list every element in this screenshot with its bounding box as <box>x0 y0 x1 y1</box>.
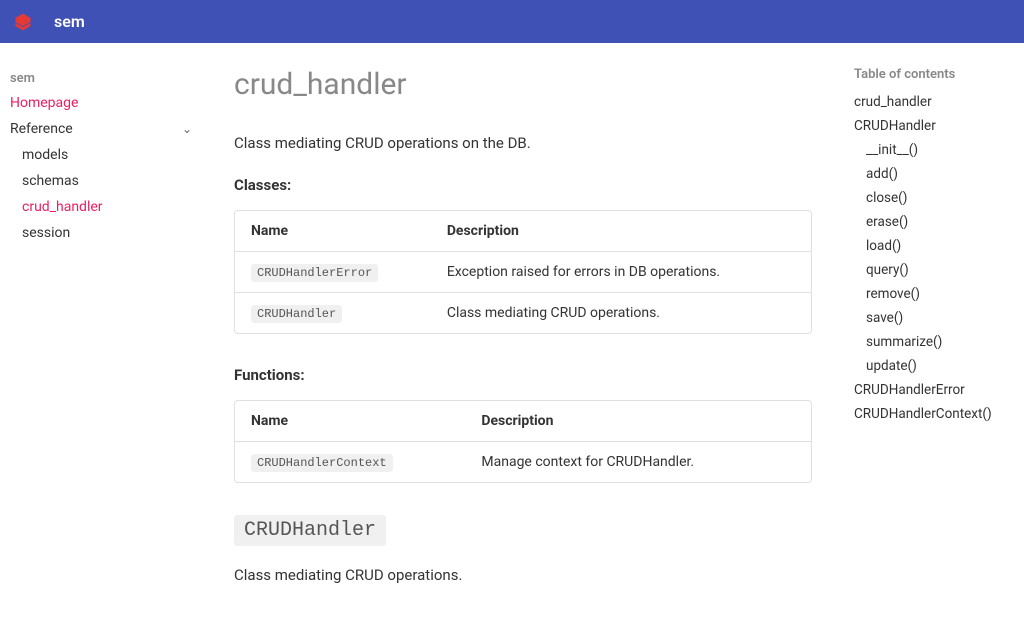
sidebar-nav: sem Homepage Reference ⌄ models schemas … <box>0 43 210 632</box>
nav-schemas[interactable]: schemas <box>22 168 200 194</box>
logo-icon[interactable] <box>12 11 34 33</box>
th-description: Description <box>465 401 811 442</box>
toc-item[interactable]: CRUDHandlerContext() <box>854 402 1014 426</box>
chevron-down-icon: ⌄ <box>182 122 200 136</box>
toc-item[interactable]: close() <box>854 186 1014 210</box>
table-row: CRUDHandlerContext Manage context for CR… <box>235 442 811 482</box>
section-crudhandler: CRUDHandler Class mediating CRUD operati… <box>234 515 812 584</box>
classes-label: Classes: <box>234 176 812 194</box>
th-description: Description <box>431 211 811 252</box>
page-lead: Class mediating CRUD operations on the D… <box>234 134 812 152</box>
class-desc-cell: Class mediating CRUD operations. <box>431 293 811 333</box>
main-container: sem Homepage Reference ⌄ models schemas … <box>0 43 1024 632</box>
app-header: sem <box>0 0 1024 43</box>
toc-list: crud_handlerCRUDHandler__init__()add()cl… <box>854 90 1014 426</box>
toc-item[interactable]: add() <box>854 162 1014 186</box>
toc-item[interactable]: erase() <box>854 210 1014 234</box>
nav-reference-label: Reference <box>10 121 73 137</box>
table-row: CRUDHandlerError Exception raised for er… <box>235 252 811 293</box>
table-header-row: Name Description <box>235 211 811 252</box>
th-name: Name <box>235 401 465 442</box>
toc-item[interactable]: remove() <box>854 282 1014 306</box>
class-name-cell: CRUDHandlerError <box>235 252 431 293</box>
table-row: CRUDHandler Class mediating CRUD operati… <box>235 293 811 333</box>
section-desc: Class mediating CRUD operations. <box>234 566 812 584</box>
classes-table: Name Description CRUDHandlerError Except… <box>234 210 812 334</box>
class-name-cell: CRUDHandler <box>235 293 431 333</box>
toc-item[interactable]: query() <box>854 258 1014 282</box>
toc-item[interactable]: __init__() <box>854 138 1014 162</box>
toc-sidebar: Table of contents crud_handlerCRUDHandle… <box>844 43 1024 632</box>
toc-heading: Table of contents <box>854 67 1014 82</box>
section-heading: CRUDHandler <box>234 515 386 546</box>
class-desc-cell: Exception raised for errors in DB operat… <box>431 252 811 293</box>
functions-label: Functions: <box>234 366 812 384</box>
page-title: crud_handler <box>234 67 812 102</box>
toc-item[interactable]: save() <box>854 306 1014 330</box>
toc-item[interactable]: CRUDHandlerError <box>854 378 1014 402</box>
code-badge[interactable]: CRUDHandlerContext <box>251 454 393 472</box>
toc-item[interactable]: crud_handler <box>854 90 1014 114</box>
code-badge[interactable]: CRUDHandlerError <box>251 264 378 282</box>
function-name-cell: CRUDHandlerContext <box>235 442 465 482</box>
toc-item[interactable]: update() <box>854 354 1014 378</box>
code-badge[interactable]: CRUDHandler <box>251 305 342 323</box>
toc-item[interactable]: CRUDHandler <box>854 114 1014 138</box>
toc-item[interactable]: load() <box>854 234 1014 258</box>
nav-session[interactable]: session <box>22 220 200 246</box>
toc-item[interactable]: summarize() <box>854 330 1014 354</box>
app-title[interactable]: sem <box>54 12 85 31</box>
nav-reference[interactable]: Reference ⌄ <box>10 116 200 142</box>
nav-crud-handler[interactable]: crud_handler <box>22 194 200 220</box>
table-header-row: Name Description <box>235 401 811 442</box>
nav-reference-children: models schemas crud_handler session <box>10 142 200 246</box>
th-name: Name <box>235 211 431 252</box>
nav-heading: sem <box>10 67 200 90</box>
nav-models[interactable]: models <box>22 142 200 168</box>
function-desc-cell: Manage context for CRUDHandler. <box>465 442 811 482</box>
nav-homepage[interactable]: Homepage <box>10 90 200 116</box>
functions-table: Name Description CRUDHandlerContext Mana… <box>234 400 812 483</box>
main-content: crud_handler Class mediating CRUD operat… <box>210 43 844 632</box>
